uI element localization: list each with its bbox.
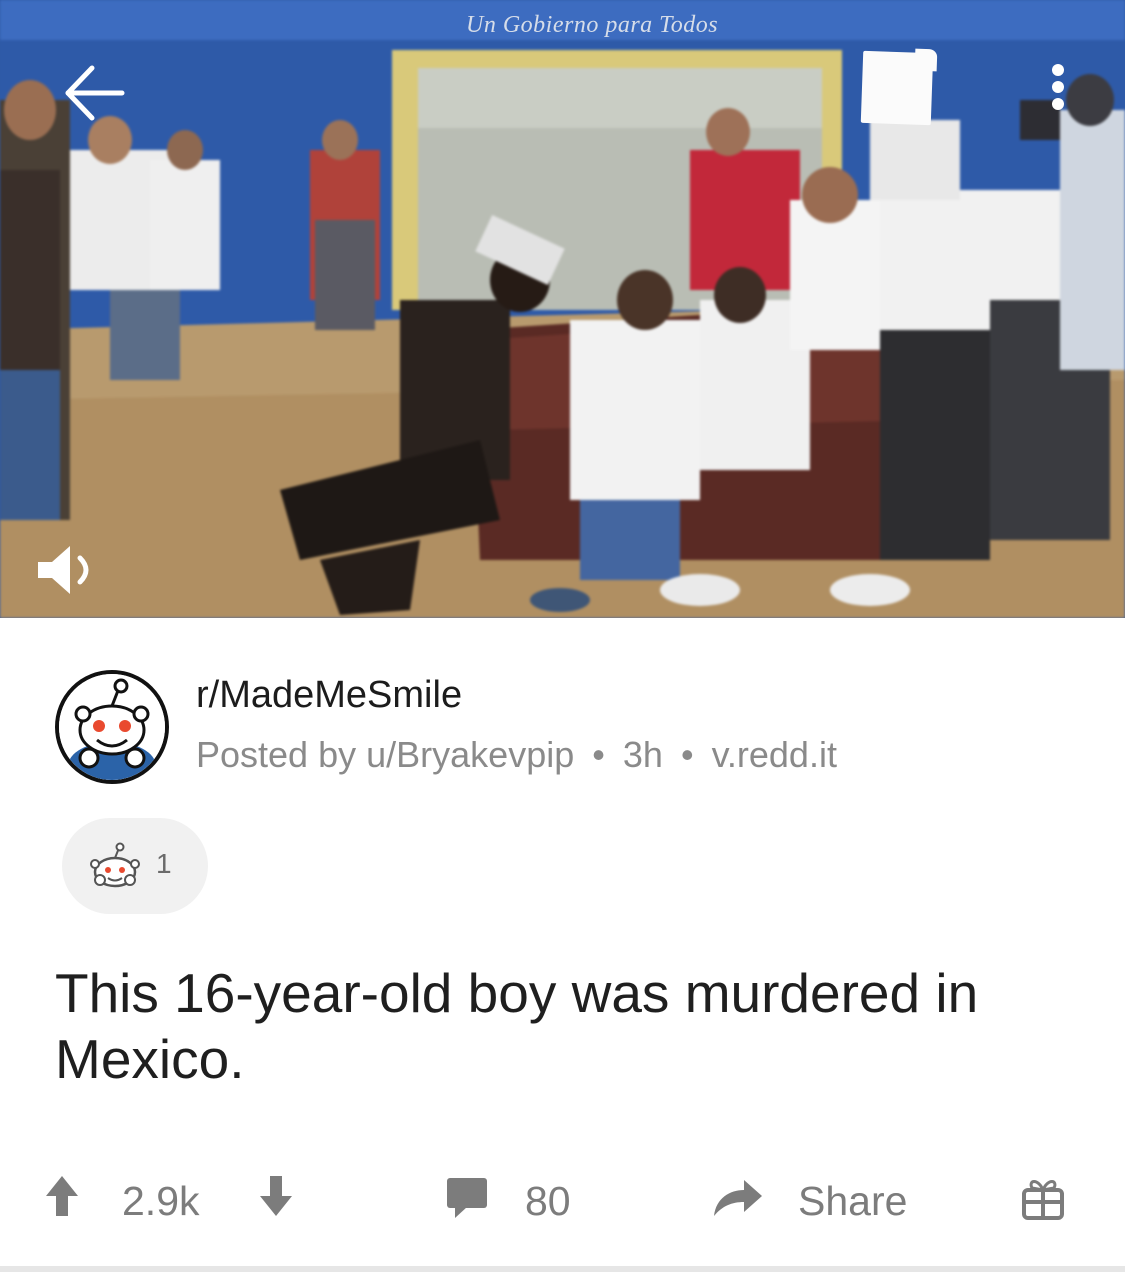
share-label: Share — [798, 1178, 908, 1224]
post-divider — [0, 1266, 1125, 1272]
share-arrow-icon — [714, 1180, 762, 1216]
more-options-button[interactable] — [1038, 62, 1078, 112]
downvote-button[interactable] — [258, 1174, 294, 1224]
give-award-button[interactable] — [1020, 1174, 1066, 1224]
upvote-button[interactable] — [44, 1174, 80, 1224]
more-vertical-icon — [1052, 64, 1064, 110]
back-button[interactable] — [58, 56, 132, 130]
video-white-patch — [860, 50, 934, 126]
comments-button[interactable]: 80 — [445, 1174, 585, 1224]
video-banner-text: Un Gobierno para Todos — [466, 12, 719, 38]
gift-icon — [1022, 1180, 1064, 1220]
subreddit-avatar[interactable] — [55, 670, 169, 784]
byline-separator: • — [680, 734, 694, 775]
post-details: r/MadeMeSmile Posted by u/Bryakevpip • 3… — [0, 618, 1125, 1272]
post-action-bar: 2.9k 80 Share — [0, 1158, 1125, 1238]
reddit-post-screen: Un Gobierno para Todos r/MadeMeSmile Pos… — [0, 0, 1125, 1272]
byline-separator: • — [592, 734, 605, 775]
award-count: 1 — [156, 848, 172, 879]
share-button[interactable]: Share — [710, 1174, 930, 1224]
snoo-smile-icon — [59, 674, 165, 780]
award-badge[interactable]: 1 — [62, 818, 208, 914]
video-frame — [0, 0, 1125, 618]
video-player[interactable]: Un Gobierno para Todos — [0, 0, 1125, 618]
volume-icon — [38, 546, 89, 594]
post-title[interactable]: This 16-year-old boy was murdered in Mex… — [55, 960, 1085, 1092]
volume-button[interactable] — [30, 540, 110, 600]
vote-score: 2.9k — [122, 1178, 200, 1224]
post-age: 3h — [622, 734, 663, 775]
subreddit-name[interactable]: r/MadeMeSmile — [196, 674, 462, 717]
wholesome-award-icon — [90, 842, 140, 888]
comment-icon — [447, 1178, 487, 1218]
arrow-up-icon — [46, 1176, 78, 1216]
post-domain: v.redd.it — [711, 734, 837, 775]
arrow-left-icon — [65, 65, 125, 121]
author-link[interactable]: u/Bryakevpip — [366, 734, 574, 775]
comments-count: 80 — [525, 1178, 571, 1224]
post-byline: Posted by u/Bryakevpip • 3h • v.redd.it — [196, 734, 837, 776]
arrow-down-icon — [260, 1176, 292, 1216]
posted-by-prefix: Posted by — [196, 734, 357, 775]
